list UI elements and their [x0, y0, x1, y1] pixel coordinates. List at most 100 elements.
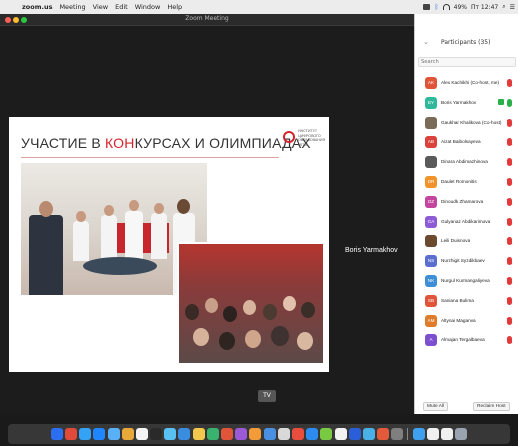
mic-muted-icon[interactable]	[507, 257, 512, 266]
photo-man-suit	[29, 215, 63, 295]
participant-name: Nurgul Kurmangaliyeva	[441, 277, 490, 283]
mute-all-button[interactable]: Mute All	[423, 402, 449, 411]
participant-row[interactable]: AB Aizat Baibolsayeva	[415, 133, 518, 153]
dock-app-icon[interactable]	[362, 428, 375, 440]
menu-view[interactable]: View	[93, 3, 108, 11]
mic-muted-icon[interactable]	[507, 296, 512, 305]
search-icon[interactable]: ⌕	[502, 3, 505, 11]
participant-avatar: DZ	[425, 195, 437, 208]
active-speaker-name: Boris Yarmakhov	[345, 247, 398, 254]
photo-audience-person	[219, 332, 235, 350]
dock-separator	[407, 428, 409, 440]
participant-name: Alex Kachikhi (Co-host, me)	[441, 80, 500, 85]
mic-muted-icon[interactable]	[507, 217, 512, 226]
dock-app-icon[interactable]	[391, 428, 404, 440]
mic-muted-icon[interactable]	[507, 79, 512, 87]
dock-app-icon[interactable]	[107, 428, 120, 440]
dock-app-icon[interactable]	[164, 428, 177, 440]
participant-row[interactable]: Leili Duisnova	[415, 232, 518, 252]
dock-app-icon[interactable]	[291, 428, 304, 440]
menu-window[interactable]: Window	[135, 3, 161, 11]
dock-app-icon[interactable]	[412, 428, 425, 440]
dock-app-icon[interactable]	[348, 428, 361, 440]
chevron-down-icon[interactable]: ⌄	[423, 38, 429, 46]
participant-row[interactable]: Dinara Abdimazhinova	[415, 153, 518, 173]
dock-app-icon[interactable]	[93, 428, 106, 440]
mic-on-icon[interactable]	[507, 98, 512, 107]
dock-app-icon[interactable]	[441, 428, 454, 440]
menu-help[interactable]: Help	[167, 3, 182, 11]
dock-app-icon[interactable]	[64, 428, 77, 440]
mic-muted-icon[interactable]	[507, 177, 512, 186]
photo-student-head	[76, 211, 86, 222]
photo-round-table	[83, 257, 157, 275]
dock-app-icon[interactable]	[150, 428, 163, 440]
mic-muted-icon[interactable]	[507, 197, 512, 206]
menu-edit[interactable]: Edit	[115, 3, 128, 11]
video-on-icon[interactable]	[498, 98, 504, 105]
participant-row[interactable]: SB Saniana Bulima	[415, 292, 518, 312]
mic-muted-icon[interactable]	[507, 276, 512, 285]
mic-muted-icon[interactable]	[507, 118, 512, 127]
menu-app-name[interactable]: zoom.us	[22, 3, 52, 11]
participant-row[interactable]: NK Nurgul Kurmangaliyeva	[415, 272, 518, 292]
dock-app-icon[interactable]	[235, 428, 248, 440]
participants-search-input[interactable]	[418, 57, 516, 67]
dock-app-icon[interactable]	[426, 428, 439, 440]
dock-app-icon[interactable]	[263, 428, 276, 440]
mic-muted-icon[interactable]	[507, 237, 512, 246]
participant-name: Boris Yarmakhov	[441, 99, 477, 105]
dock-app-icon[interactable]	[455, 428, 468, 440]
participant-avatar: DR	[425, 175, 437, 188]
participant-name: Leili Duisnova	[441, 238, 471, 244]
mic-muted-icon[interactable]	[507, 138, 512, 147]
mic-muted-icon[interactable]	[507, 316, 512, 325]
mic-muted-icon[interactable]	[507, 158, 512, 167]
photo-student-head	[154, 203, 164, 214]
control-center-icon[interactable]: ☰	[510, 4, 515, 11]
menu-meeting[interactable]: Meeting	[59, 3, 85, 11]
dock-app-icon[interactable]	[249, 428, 262, 440]
wifi-icon[interactable]	[442, 4, 450, 10]
battery-level[interactable]: 49%	[454, 4, 467, 11]
tv-badge[interactable]: TV	[258, 390, 276, 402]
dock-app-icon[interactable]	[306, 428, 319, 440]
photo-audience-person	[223, 306, 237, 322]
participant-photo-avatar	[425, 116, 437, 129]
dock-app-icon[interactable]	[377, 428, 390, 440]
participant-name: Dinara Abdimazhinova	[441, 159, 488, 165]
menubar-clock[interactable]: Пт 12:47	[471, 4, 498, 11]
participant-row[interactable]: AK Alex Kachikhi (Co-host, me)	[415, 74, 518, 94]
photo-student	[125, 211, 143, 259]
photo-audience-person	[193, 328, 209, 346]
dock-app-icon[interactable]	[221, 428, 234, 440]
dock-app-icon[interactable]	[50, 428, 63, 440]
photo-audience-person	[243, 300, 256, 315]
participant-name: Nurzhigit Syzdikbaev	[441, 258, 485, 264]
photo-student	[151, 213, 167, 259]
dock-app-icon[interactable]	[79, 428, 92, 440]
participant-row[interactable]: GA Gulyanaz Abdikarimova	[415, 213, 518, 233]
bluetooth-icon[interactable]: ᛒ	[434, 3, 438, 11]
participant-row[interactable]: Gaukhar Khalikova (Co-host)	[415, 114, 518, 134]
dock-app-icon[interactable]	[277, 428, 290, 440]
dock-app-icon[interactable]	[135, 428, 148, 440]
participant-name: Dinoudk Zhamarova	[441, 198, 484, 204]
participant-row[interactable]: NS Nurzhigit Syzdikbaev	[415, 252, 518, 272]
dock-app-icon[interactable]	[121, 428, 134, 440]
participant-row[interactable]: DR Daulet Romonitis	[415, 173, 518, 193]
screen-share-status-icon[interactable]	[423, 4, 431, 10]
participant-row[interactable]: AM Altynai Maganva	[415, 312, 518, 332]
mic-muted-icon[interactable]	[507, 336, 512, 345]
participant-row[interactable]: BY Boris Yarmakhov	[415, 94, 518, 114]
dock-app-icon[interactable]	[334, 428, 347, 440]
participant-row[interactable]: A Almajan Tergalbaeva	[415, 331, 518, 351]
dock-app-icon[interactable]	[192, 428, 205, 440]
dock-app-icon[interactable]	[320, 428, 333, 440]
participant-name: Aizat Baibolsayeva	[441, 139, 481, 145]
reclaim-host-button[interactable]: Reclaim Host	[473, 402, 510, 411]
participant-row[interactable]: DZ Dinoudk Zhamarova	[415, 193, 518, 213]
dock-app-icon[interactable]	[178, 428, 191, 440]
participant-name: Saniana Bulima	[441, 297, 474, 303]
dock-app-icon[interactable]	[206, 428, 219, 440]
